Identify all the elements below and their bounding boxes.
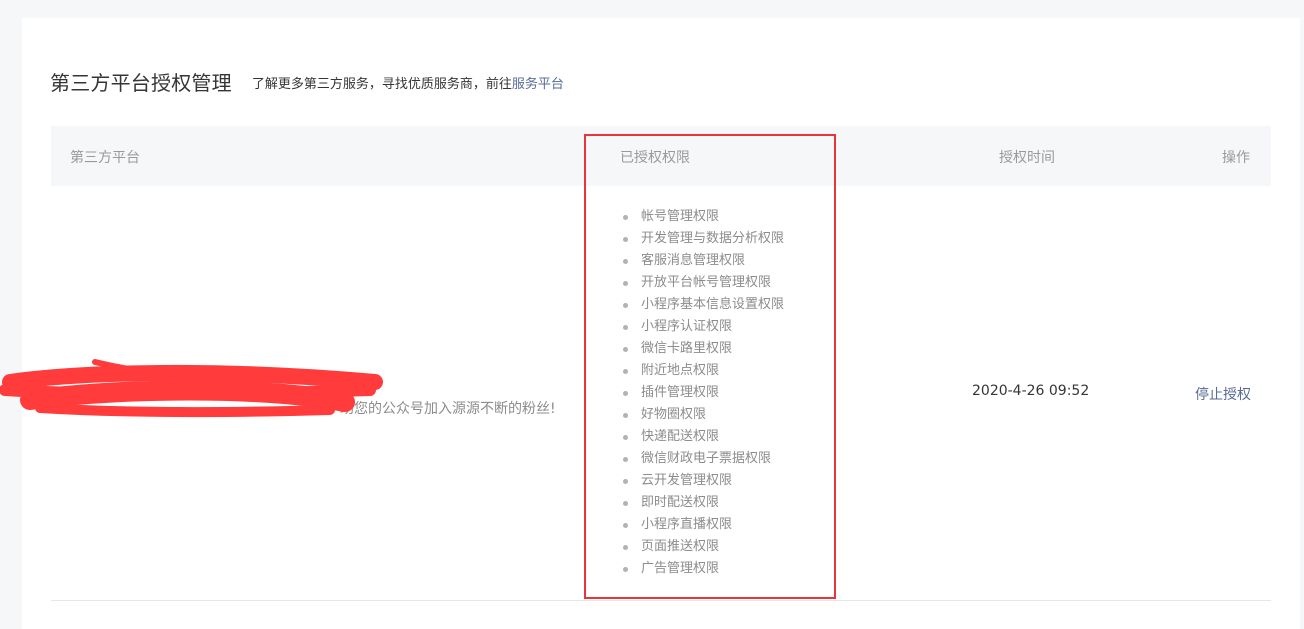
redaction-scribble [0,359,383,417]
auth-time: 2020-4-26 09:52 [972,383,1090,399]
service-platform-link[interactable]: 服务平台 [512,77,564,92]
stop-authorization-button[interactable]: 停止授权 [1195,384,1251,404]
column-header-platform: 第三方平台 [70,150,140,166]
header-tip-text: 了解更多第三方服务，寻找优质服务商，前往 [251,77,512,92]
page-title: 第三方平台授权管理 [50,70,232,95]
row-divider [51,600,1271,601]
column-header-auth-time: 授权时间 [999,150,1055,166]
page-header: 第三方平台授权管理 了解更多第三方服务，寻找优质服务商，前往服务平台 [50,66,564,96]
column-header-actions: 操作 [1222,150,1250,166]
highlight-annotation-box [584,134,836,599]
header-tip: 了解更多第三方服务，寻找优质服务商，前往服务平台 [252,70,564,92]
